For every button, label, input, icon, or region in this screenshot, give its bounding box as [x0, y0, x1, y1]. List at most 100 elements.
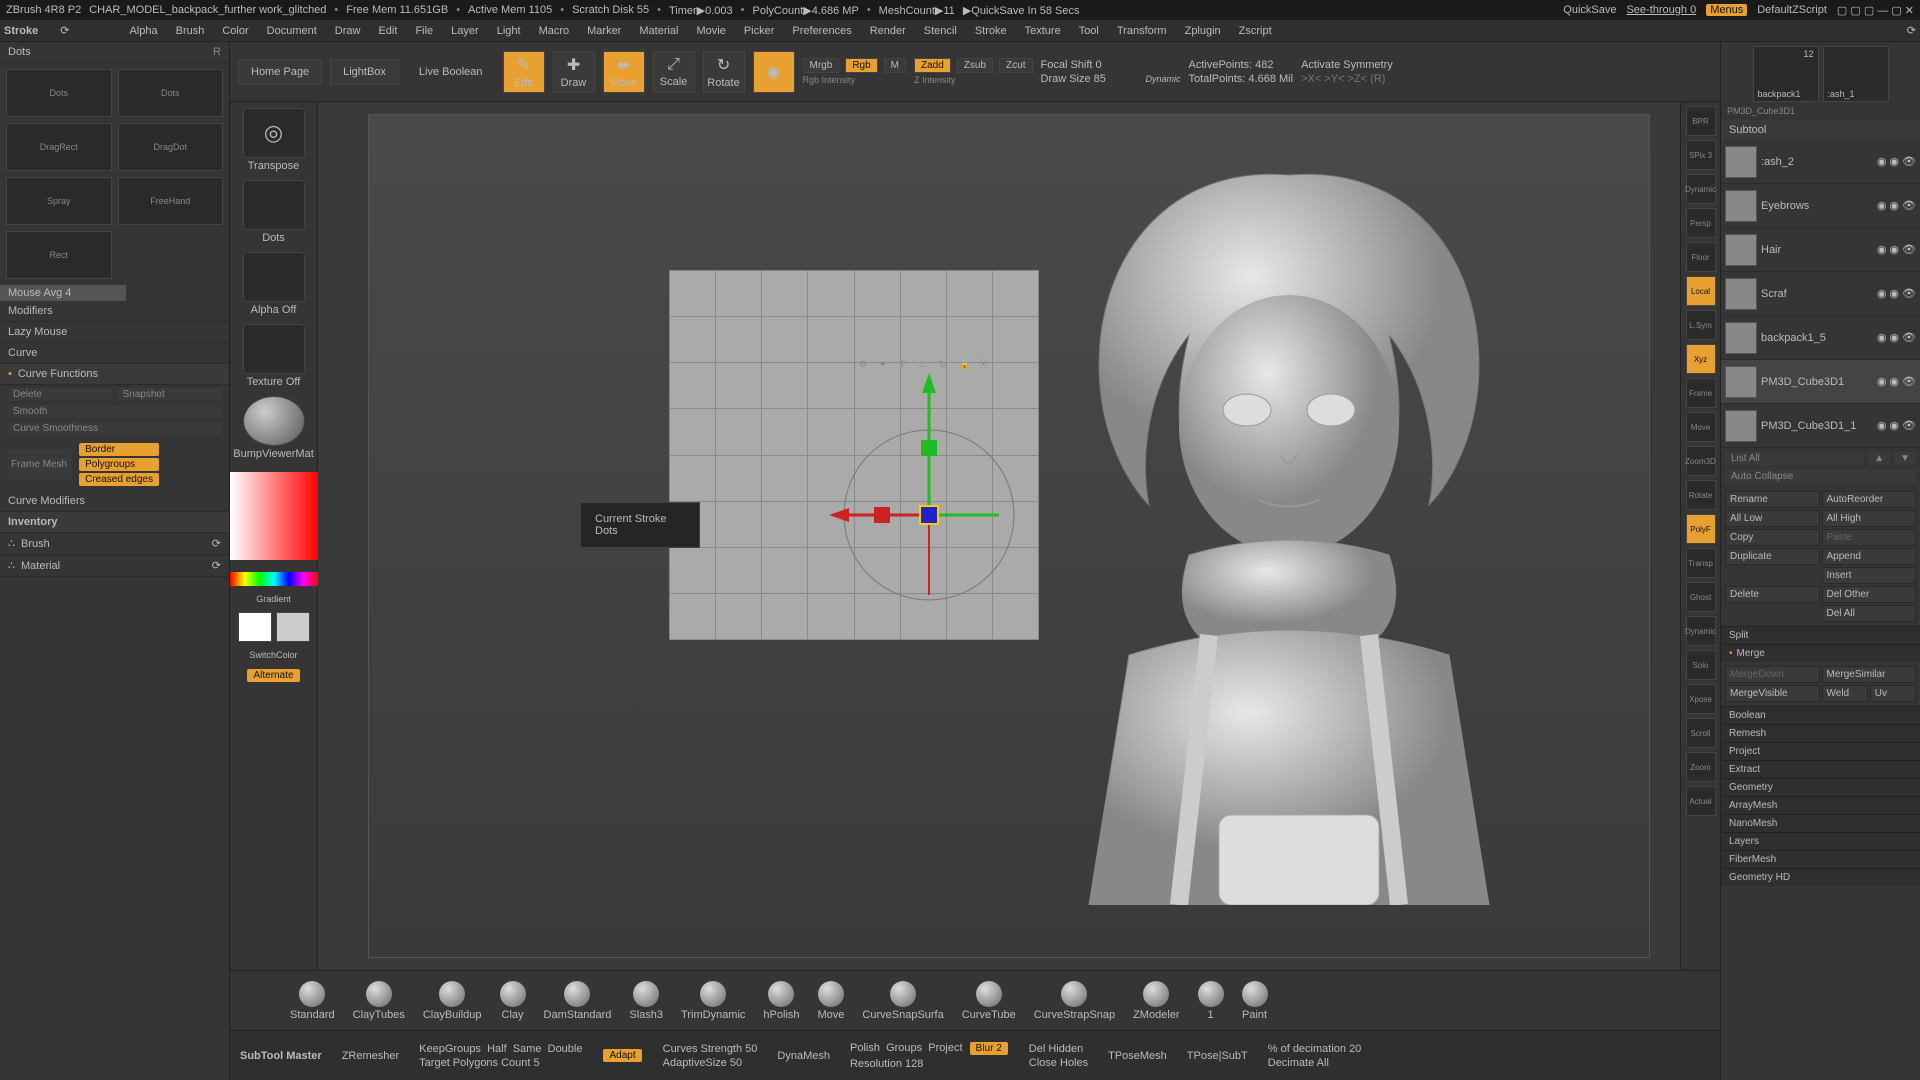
- vp-dynamic[interactable]: Dynamic: [1686, 174, 1716, 204]
- merge-visible-button[interactable]: MergeVisible: [1725, 685, 1820, 702]
- tool-thumb-b[interactable]: :ash_1: [1823, 46, 1889, 102]
- rename-button[interactable]: Rename: [1725, 491, 1820, 508]
- adapt-toggle[interactable]: Adapt: [603, 1049, 641, 1062]
- quicksave-button[interactable]: QuickSave: [1563, 4, 1616, 16]
- color-picker[interactable]: [230, 472, 318, 560]
- brush-damstandard[interactable]: DamStandard: [544, 981, 612, 1021]
- paste-button[interactable]: Paste: [1822, 529, 1917, 546]
- stroke-dots[interactable]: Dots: [6, 69, 112, 117]
- brush-clay[interactable]: Clay: [500, 981, 526, 1021]
- subtool-Scraf[interactable]: Scraf◉◉👁: [1721, 272, 1920, 316]
- curve-functions-section[interactable]: •Curve Functions: [0, 364, 229, 385]
- transform-gizmo[interactable]: ⚙✦⚲⌂↻🔒⦿: [829, 345, 1029, 605]
- brush-curvesnapsurfa[interactable]: CurveSnapSurfa: [862, 981, 943, 1021]
- resolution-slider[interactable]: Resolution 128: [850, 1058, 1009, 1070]
- collapse-icon[interactable]: ⟳: [1907, 24, 1916, 37]
- brush-trimdynamic[interactable]: TrimDynamic: [681, 981, 745, 1021]
- seethrough-slider[interactable]: See-through 0: [1626, 4, 1696, 16]
- autoreorder-button[interactable]: AutoReorder: [1822, 491, 1917, 508]
- transpose-tool[interactable]: ◎ Transpose: [239, 108, 309, 172]
- uv-toggle[interactable]: Uv: [1870, 685, 1916, 702]
- auto-collapse-button[interactable]: Auto Collapse: [1725, 470, 1916, 483]
- draw-mode[interactable]: ✚Draw: [553, 51, 595, 93]
- stroke-dragdot[interactable]: DragDot: [118, 123, 224, 171]
- brush-move[interactable]: Move: [818, 981, 845, 1021]
- menu-render[interactable]: Render: [862, 23, 914, 39]
- merge-similar-button[interactable]: MergeSimilar: [1822, 666, 1917, 683]
- mouse-avg-slider[interactable]: Mouse Avg 4: [0, 285, 229, 301]
- polygroups-toggle[interactable]: Polygroups: [79, 458, 159, 471]
- edit-mode[interactable]: ✎Edit: [503, 51, 545, 93]
- section-fibermesh[interactable]: FiberMesh: [1721, 850, 1920, 868]
- subtool-PM3DCube3D11[interactable]: PM3D_Cube3D1_1◉◉👁: [1721, 404, 1920, 448]
- remesh-section[interactable]: Remesh: [1721, 724, 1920, 742]
- menu-macro[interactable]: Macro: [531, 23, 578, 39]
- menu-color[interactable]: Color: [214, 23, 256, 39]
- menu-document[interactable]: Document: [259, 23, 325, 39]
- material-section[interactable]: ∴Material⟳: [0, 555, 229, 577]
- switch-color[interactable]: SwitchColor: [249, 650, 297, 660]
- vp-move[interactable]: Move: [1686, 412, 1716, 442]
- menu-zplugin[interactable]: Zplugin: [1177, 23, 1229, 39]
- stroke-dragrect[interactable]: DragRect: [6, 123, 112, 171]
- subtool-master[interactable]: SubTool Master: [240, 1050, 322, 1062]
- vp-frame[interactable]: Frame: [1686, 378, 1716, 408]
- curve-modifiers-section[interactable]: Curve Modifiers: [0, 491, 229, 512]
- list-all-button[interactable]: List All: [1725, 452, 1864, 465]
- decimation-slider[interactable]: % of decimation 20: [1268, 1043, 1362, 1055]
- creased-toggle[interactable]: Creased edges: [79, 473, 159, 486]
- zremesher-button[interactable]: ZRemesher: [342, 1050, 399, 1062]
- subtool-PM3DCube3D1[interactable]: PM3D_Cube3D1◉◉👁: [1721, 360, 1920, 404]
- default-zscript[interactable]: DefaultZScript: [1757, 4, 1827, 16]
- subtool-Hair[interactable]: Hair◉◉👁: [1721, 228, 1920, 272]
- main-color[interactable]: [238, 612, 272, 642]
- material-thumb[interactable]: BumpViewerMat: [239, 396, 309, 460]
- arrow-down-icon[interactable]: ▼: [1894, 452, 1916, 465]
- mrgb-button[interactable]: Mrgb: [803, 58, 840, 73]
- menu-stroke[interactable]: Stroke: [967, 23, 1015, 39]
- brush-standard[interactable]: Standard: [290, 981, 335, 1021]
- menu-brush[interactable]: Brush: [168, 23, 213, 39]
- all-low-button[interactable]: All Low: [1725, 510, 1820, 527]
- stroke-dots[interactable]: Dots: [118, 69, 224, 117]
- brush-hpolish[interactable]: hPolish: [763, 981, 799, 1021]
- vp-ghost[interactable]: Ghost: [1686, 582, 1716, 612]
- menu-texture[interactable]: Texture: [1017, 23, 1069, 39]
- menu-transform[interactable]: Transform: [1109, 23, 1175, 39]
- frame-mesh-button[interactable]: Frame Mesh: [7, 449, 71, 480]
- focal-shift-slider[interactable]: Focal Shift 0: [1041, 59, 1181, 71]
- brush-paint[interactable]: Paint: [1242, 981, 1268, 1021]
- hue-slider[interactable]: [230, 572, 318, 586]
- vp-local[interactable]: Local: [1686, 276, 1716, 306]
- section-arraymesh[interactable]: ArrayMesh: [1721, 796, 1920, 814]
- dynamesh-button[interactable]: DynaMesh: [777, 1050, 830, 1062]
- insert-button[interactable]: Insert: [1822, 567, 1917, 584]
- zcut-button[interactable]: Zcut: [999, 58, 1032, 73]
- vp-xyz[interactable]: Xyz: [1686, 344, 1716, 374]
- extract-section[interactable]: Extract: [1721, 760, 1920, 778]
- m-button[interactable]: M: [884, 58, 906, 73]
- curves-strength-slider[interactable]: Curves Strength 50: [663, 1043, 758, 1055]
- arrow-up-icon[interactable]: ▲: [1868, 452, 1890, 465]
- stroke-spray[interactable]: Spray: [6, 177, 112, 225]
- vp-rotate[interactable]: Rotate: [1686, 480, 1716, 510]
- home-button[interactable]: Home Page: [238, 59, 322, 85]
- lazy-mouse-section[interactable]: Lazy Mouse: [0, 322, 229, 343]
- texture-thumb[interactable]: Texture Off: [239, 324, 309, 388]
- secondary-color[interactable]: [276, 612, 310, 642]
- alternate-toggle[interactable]: Alternate: [247, 669, 299, 682]
- tool-thumb-a[interactable]: 12 backpack1: [1753, 46, 1819, 102]
- split-section[interactable]: Split: [1721, 626, 1920, 644]
- subtool-ash2[interactable]: :ash_2◉◉👁: [1721, 140, 1920, 184]
- symmetry-axes[interactable]: >X< >Y< >Z< (R): [1301, 73, 1393, 85]
- del-hidden-button[interactable]: Del Hidden: [1029, 1043, 1088, 1055]
- border-toggle[interactable]: Border: [79, 443, 159, 456]
- stroke-rect[interactable]: Rect: [6, 231, 112, 279]
- vp-persp[interactable]: Persp: [1686, 208, 1716, 238]
- rgb-button[interactable]: Rgb: [845, 58, 877, 73]
- brush-curvetube[interactable]: CurveTube: [962, 981, 1016, 1021]
- menu-alpha[interactable]: Alpha: [121, 23, 165, 39]
- close-holes-button[interactable]: Close Holes: [1029, 1057, 1088, 1069]
- boolean-section[interactable]: Boolean: [1721, 706, 1920, 724]
- delete-button[interactable]: Delete: [1725, 586, 1820, 603]
